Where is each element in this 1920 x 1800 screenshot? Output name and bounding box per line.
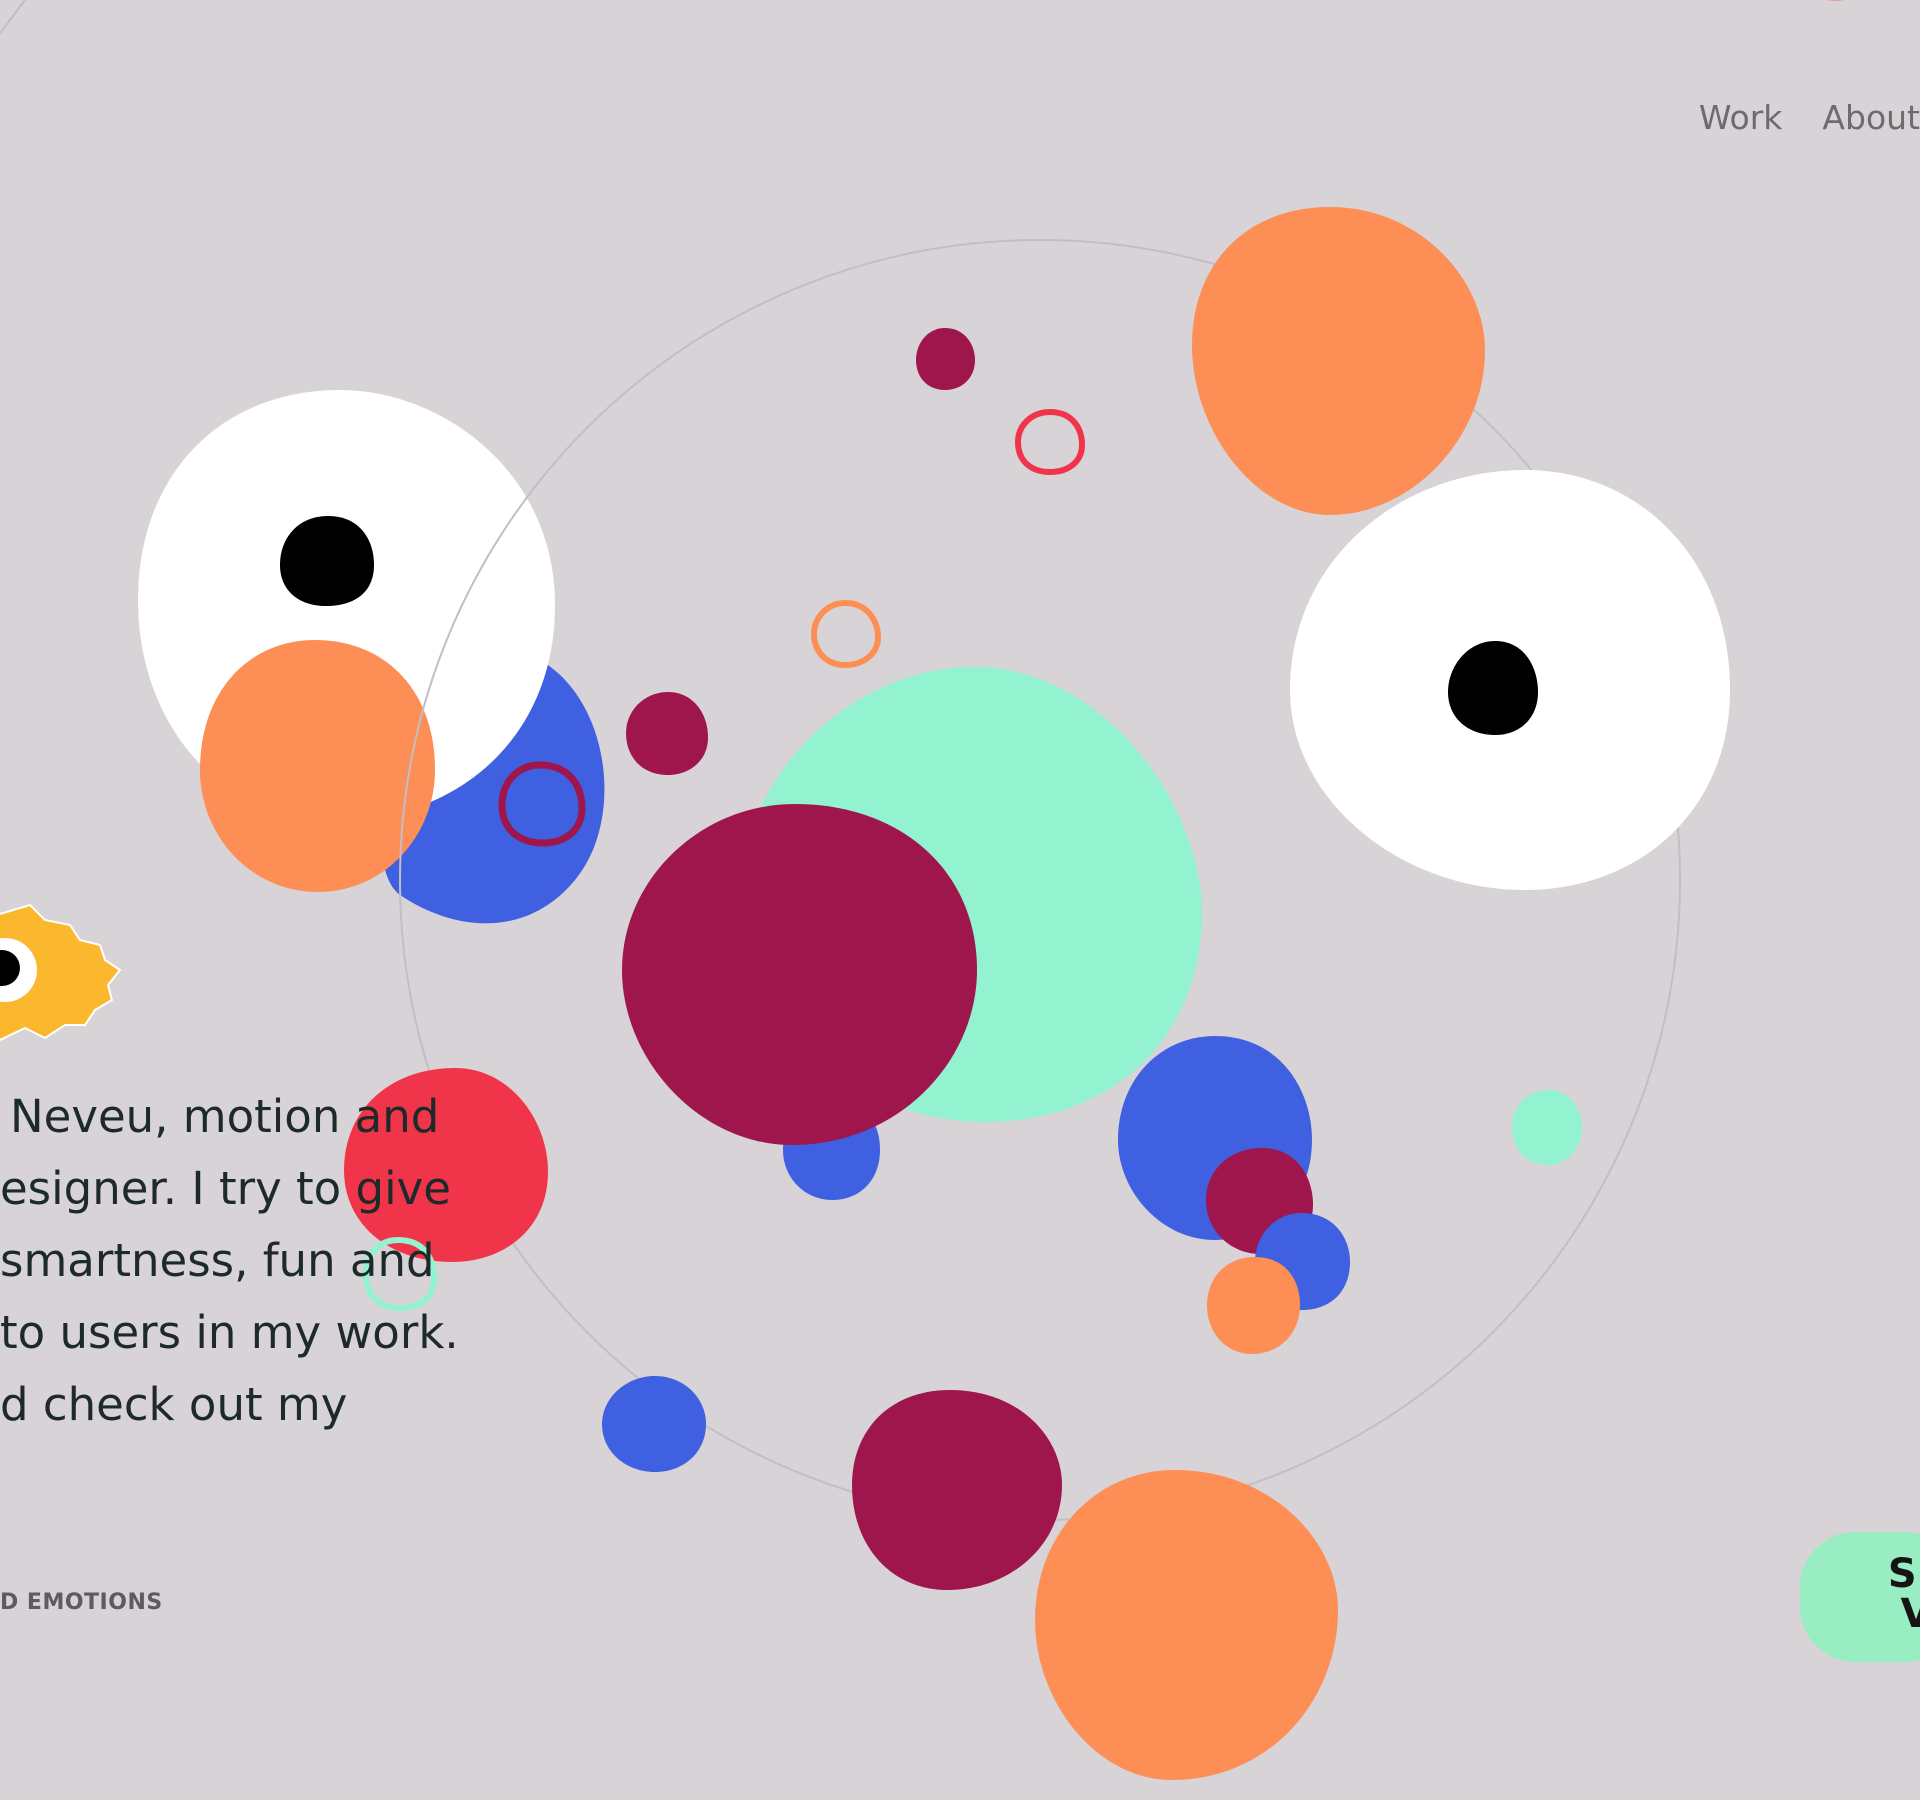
orange-blob-bottom xyxy=(1035,1470,1338,1780)
crimson-dot-top xyxy=(916,328,975,390)
cta-label: SE V xyxy=(1887,1551,1920,1637)
intro-line: to users in my work. xyxy=(0,1306,459,1359)
page: Work About Neveu, motion and esigner. I … xyxy=(0,0,1920,1800)
crimson-blob-bottom xyxy=(852,1390,1062,1590)
blue-blob-bottom-left xyxy=(602,1376,706,1472)
red-ring-top xyxy=(1014,408,1086,476)
intro-line: smartness, fun and xyxy=(0,1234,435,1287)
crimson-dot-mid xyxy=(626,692,708,775)
tagline: D EMOTIONS xyxy=(0,1590,163,1615)
intro-line: Neveu, motion and xyxy=(10,1090,440,1143)
corner-ring-arc xyxy=(0,0,27,35)
nav-link-work[interactable]: Work xyxy=(1699,98,1783,137)
nav-link-about[interactable]: About xyxy=(1822,98,1920,137)
orange-dot-right xyxy=(1207,1257,1300,1354)
eye-pupil-left xyxy=(280,516,374,606)
intro-line: d check out my xyxy=(0,1378,348,1431)
cta-button[interactable]: SE V xyxy=(1800,1532,1920,1662)
mint-dot-right xyxy=(1512,1090,1582,1165)
intro-line: esigner. I try to give xyxy=(0,1162,451,1215)
blob-scene xyxy=(0,0,1844,1780)
main-nav: Work About xyxy=(1699,98,1920,137)
orange-blob-top-right xyxy=(1192,207,1485,515)
intro-text: Neveu, motion and esigner. I try to give… xyxy=(0,1081,470,1441)
orange-ring-mid xyxy=(810,599,882,669)
